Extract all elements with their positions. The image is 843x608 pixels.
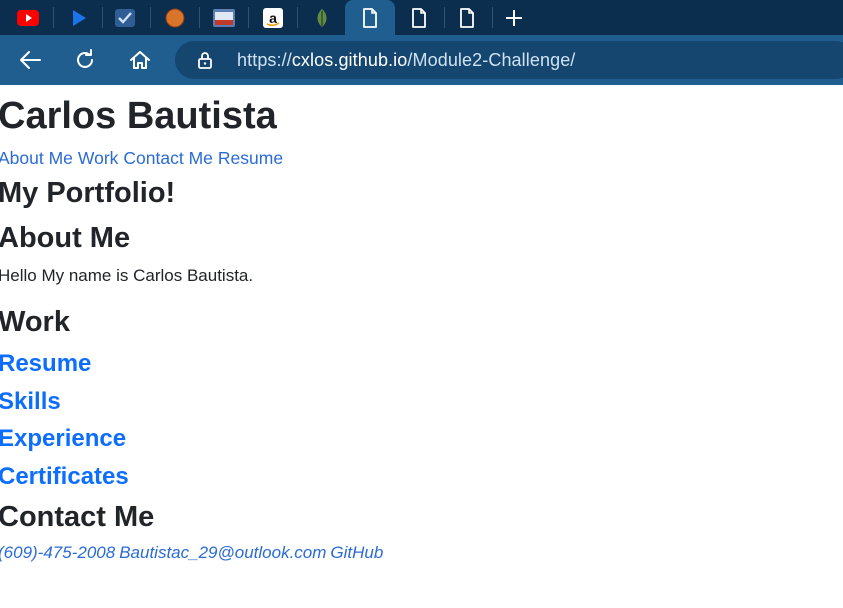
- about-heading: About Me: [0, 222, 131, 254]
- svg-text:a: a: [269, 10, 277, 26]
- page-icon: [460, 7, 474, 28]
- leaf-icon: [317, 8, 327, 27]
- browser-toolbar: https://cxlos.github.io/Module2-Challeng…: [0, 35, 843, 85]
- portfolio-heading: My Portfolio!: [0, 177, 176, 209]
- address-bar[interactable]: https://cxlos.github.io/Module2-Challeng…: [175, 41, 843, 79]
- contact-github-link[interactable]: GitHub: [330, 543, 383, 562]
- flag-icon: [213, 8, 235, 27]
- amazon-icon: a: [263, 7, 283, 28]
- orange-circle-icon: [165, 8, 185, 27]
- reload-icon: [77, 49, 93, 68]
- nav-link-work[interactable]: Work: [78, 148, 119, 168]
- browser-tab-bar: a: [0, 0, 843, 36]
- url-text: https://cxlos.github.io/Module2-Challeng…: [237, 50, 576, 70]
- nav-link-about-me[interactable]: About Me: [0, 148, 73, 168]
- back-button[interactable]: [15, 45, 45, 75]
- nav-link-resume[interactable]: Resume: [218, 148, 283, 168]
- play-icon: [73, 9, 86, 26]
- new-tab-button[interactable]: [499, 0, 529, 35]
- plus-icon: [506, 9, 522, 26]
- page-title: Carlos Bautista: [0, 95, 277, 137]
- contact-phone-link[interactable]: (609)-475-2008: [0, 543, 115, 562]
- site-nav: About Me Work Contact Me Resume: [0, 148, 288, 169]
- lock-icon: [197, 51, 213, 74]
- contact-email-link[interactable]: Bautistac_29@outlook.com: [119, 543, 326, 562]
- tab-media[interactable]: [64, 0, 94, 35]
- tab-checklist[interactable]: [110, 0, 140, 35]
- home-icon: [130, 51, 150, 69]
- tab-page-1[interactable]: [355, 0, 385, 35]
- tab-page-3[interactable]: [452, 0, 482, 35]
- reload-button[interactable]: [70, 45, 100, 75]
- work-link-skills[interactable]: Skills: [0, 388, 61, 416]
- tab-page-2[interactable]: [404, 0, 434, 35]
- contact-heading: Contact Me: [0, 501, 155, 533]
- nav-link-contact-me[interactable]: Contact Me: [123, 148, 212, 168]
- tab-youtube[interactable]: [13, 0, 43, 35]
- work-link-experience[interactable]: Experience: [0, 425, 126, 453]
- contact-links: (609)-475-2008 Bautistac_29@outlook.com Gi…: [0, 543, 387, 563]
- home-button[interactable]: [125, 45, 155, 75]
- tab-flag[interactable]: [209, 0, 239, 35]
- work-heading: Work: [0, 306, 70, 338]
- back-arrow-icon: [20, 51, 41, 69]
- tab-circle[interactable]: [160, 0, 190, 35]
- tab-leaf[interactable]: [307, 0, 337, 35]
- about-text: Hello My name is Carlos Bautista.: [0, 266, 254, 285]
- page-icon: [412, 7, 426, 28]
- page-icon: [363, 7, 377, 28]
- work-link-resume[interactable]: Resume: [0, 350, 91, 378]
- checklist-icon: [115, 8, 135, 27]
- tab-amazon[interactable]: a: [258, 0, 288, 35]
- work-link-certificates[interactable]: Certificates: [0, 463, 129, 491]
- youtube-icon: [17, 9, 39, 26]
